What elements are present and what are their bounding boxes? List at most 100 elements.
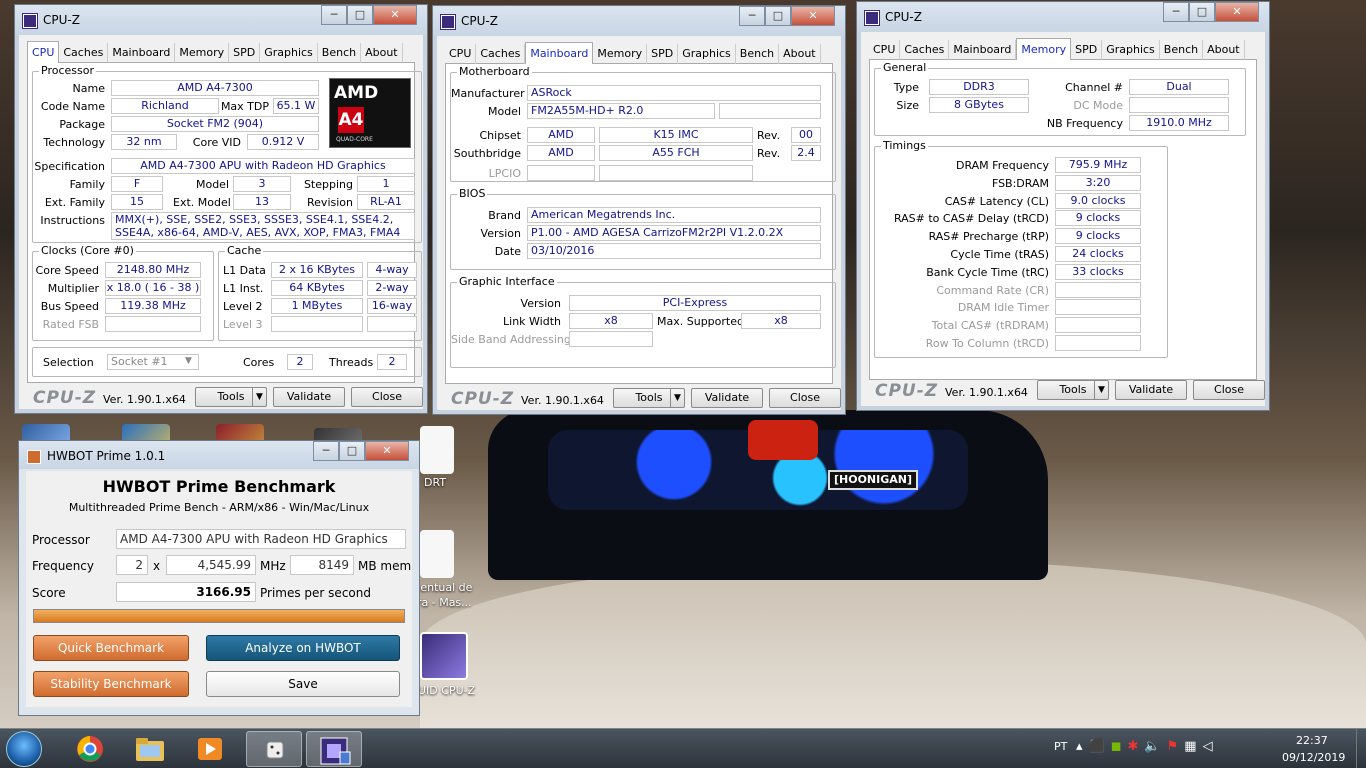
save-button[interactable]: Save [206, 671, 400, 697]
title-bar[interactable]: CPU-Z ─ □ ✕ [15, 5, 427, 35]
tab-bench[interactable]: Bench [1160, 40, 1204, 60]
maximize-button[interactable]: □ [1189, 2, 1215, 22]
tab-caches[interactable]: Caches [900, 40, 950, 60]
taskbar-cpuz-icon[interactable] [306, 731, 362, 767]
desktop-icon-document-2[interactable] [420, 530, 454, 578]
language-indicator[interactable]: PT [1054, 740, 1067, 768]
validate-button[interactable]: Validate [273, 387, 345, 407]
tab-bench[interactable]: Bench [736, 44, 780, 64]
title-bar[interactable]: CPU-Z ─ □ ✕ [857, 2, 1269, 32]
maximize-button[interactable]: □ [339, 441, 365, 461]
revision-label: Revision [307, 196, 353, 209]
chevron-up-icon[interactable]: ▴ [1076, 739, 1089, 754]
tab-memory[interactable]: Memory [175, 43, 230, 63]
frequency-label: Frequency [32, 559, 94, 573]
tab-spd[interactable]: SPD [647, 44, 679, 64]
stability-benchmark-button[interactable]: Stability Benchmark [33, 671, 189, 697]
close-button[interactable]: Close [1193, 380, 1265, 400]
taskbar-media-player-icon[interactable] [182, 731, 238, 767]
chevron-down-icon[interactable]: ▼ [670, 389, 684, 407]
model-value: 3 [233, 176, 291, 192]
tab-bench[interactable]: Bench [318, 43, 362, 63]
title-bar[interactable]: CPU-Z ─ □ ✕ [433, 6, 845, 36]
show-desktop-button[interactable] [1356, 729, 1366, 768]
analyze-on-hwbot-button[interactable]: Analyze on HWBOT [206, 635, 400, 661]
speaker-icon[interactable]: ◁ [1203, 739, 1219, 754]
minimize-button[interactable]: ─ [313, 441, 339, 461]
taskbar-explorer-icon[interactable] [122, 731, 178, 767]
extmodel-label: Ext. Model [173, 196, 231, 209]
tab-graphics[interactable]: Graphics [678, 44, 736, 64]
network-adapter-icon[interactable]: ⬛ [1089, 739, 1111, 754]
validate-button[interactable]: Validate [691, 388, 763, 408]
flag-icon[interactable]: ⚑ [1167, 739, 1185, 754]
tab-mainboard[interactable]: Mainboard [108, 43, 176, 63]
cache-group: Cache L1 Data 2 x 16 KBytes 4-way L1 Ins… [218, 244, 422, 341]
taskbar-chrome-icon[interactable] [62, 731, 118, 767]
tools-button[interactable]: Tools ▼ [613, 388, 685, 408]
close-button[interactable]: Close [351, 387, 423, 407]
tab-caches[interactable]: Caches [59, 43, 109, 63]
desktop-icon-document[interactable] [420, 426, 454, 474]
size-value: 8 GBytes [929, 97, 1029, 113]
close-window-button[interactable]: ✕ [791, 6, 835, 26]
desktop-icon-cpuz[interactable] [420, 632, 468, 680]
chipset-value: K15 IMC [599, 127, 753, 143]
amd-a4-logo: AMD A4 QUAD-CORE [329, 78, 411, 148]
ratedfsb-label: Rated FSB [42, 318, 99, 331]
minimize-button[interactable]: ─ [1163, 2, 1189, 22]
validate-button[interactable]: Validate [1115, 380, 1187, 400]
gi-version-value: PCI-Express [569, 295, 821, 311]
taskbar-hwbot-icon[interactable] [246, 731, 302, 767]
timing-value [1055, 281, 1141, 298]
l1data-way: 4-way [367, 262, 417, 278]
close-window-button[interactable]: ✕ [373, 5, 417, 25]
group-title: BIOS [457, 187, 488, 200]
tab-spd[interactable]: SPD [1071, 40, 1103, 60]
gi-maxsupported-label: Max. Supported [657, 315, 744, 328]
gi-sideband-value [569, 331, 653, 347]
clock-date[interactable]: 09/12/2019 [1282, 751, 1345, 768]
chrome-icon [77, 736, 103, 762]
chevron-down-icon[interactable]: ▼ [252, 388, 266, 406]
title-bar[interactable]: HWBOT Prime 1.0.1 ─ □ ✕ [19, 441, 419, 469]
minimize-button[interactable]: ─ [321, 5, 347, 25]
close-window-button[interactable]: ✕ [365, 441, 409, 461]
lpcio-value [599, 165, 753, 181]
tools-button[interactable]: Tools ▼ [195, 387, 267, 407]
tab-graphics[interactable]: Graphics [260, 43, 318, 63]
tab-caches[interactable]: Caches [476, 44, 526, 64]
tab-mainboard[interactable]: Mainboard [525, 42, 594, 65]
start-button[interactable] [6, 731, 42, 767]
tools-button[interactable]: Tools ▼ [1037, 380, 1109, 400]
maximize-button[interactable]: □ [765, 6, 791, 26]
frequency-value: 4,545.99 [166, 555, 256, 575]
close-window-button[interactable]: ✕ [1215, 2, 1259, 22]
tab-memory[interactable]: Memory [593, 44, 648, 64]
tab-about[interactable]: About [779, 44, 821, 64]
volume-icon[interactable]: 🔈 [1144, 739, 1166, 754]
chevron-down-icon[interactable]: ▼ [185, 356, 192, 366]
tab-graphics[interactable]: Graphics [1102, 40, 1160, 60]
network-icon[interactable]: ▦ [1184, 739, 1202, 754]
quick-benchmark-button[interactable]: Quick Benchmark [33, 635, 189, 661]
version-text: Ver. 1.90.1.x64 [945, 386, 1028, 399]
chevron-down-icon[interactable]: ▼ [1094, 381, 1108, 399]
tab-cpu[interactable]: CPU [27, 41, 60, 64]
tab-memory[interactable]: Memory [1016, 38, 1072, 61]
tab-about[interactable]: About [1203, 40, 1245, 60]
minimize-button[interactable]: ─ [739, 6, 765, 26]
cpuz-window-cpu: CPU-Z ─ □ ✕ CPU Caches Mainboard Memory SPD G… [14, 4, 428, 414]
tab-cpu[interactable]: CPU [445, 44, 477, 64]
nvidia-icon[interactable]: ◼ [1111, 739, 1128, 754]
tab-spd[interactable]: SPD [229, 43, 261, 63]
package-label: Package [59, 118, 105, 131]
tab-mainboard[interactable]: Mainboard [949, 40, 1017, 60]
maximize-button[interactable]: □ [347, 5, 373, 25]
close-button[interactable]: Close [769, 388, 841, 408]
tab-cpu[interactable]: CPU [869, 40, 901, 60]
southbridge-rev-value: 2.4 [791, 145, 821, 161]
size-label: Size [896, 99, 919, 112]
graphics-utility-icon[interactable]: ✱ [1128, 739, 1145, 754]
tab-about[interactable]: About [361, 43, 403, 63]
